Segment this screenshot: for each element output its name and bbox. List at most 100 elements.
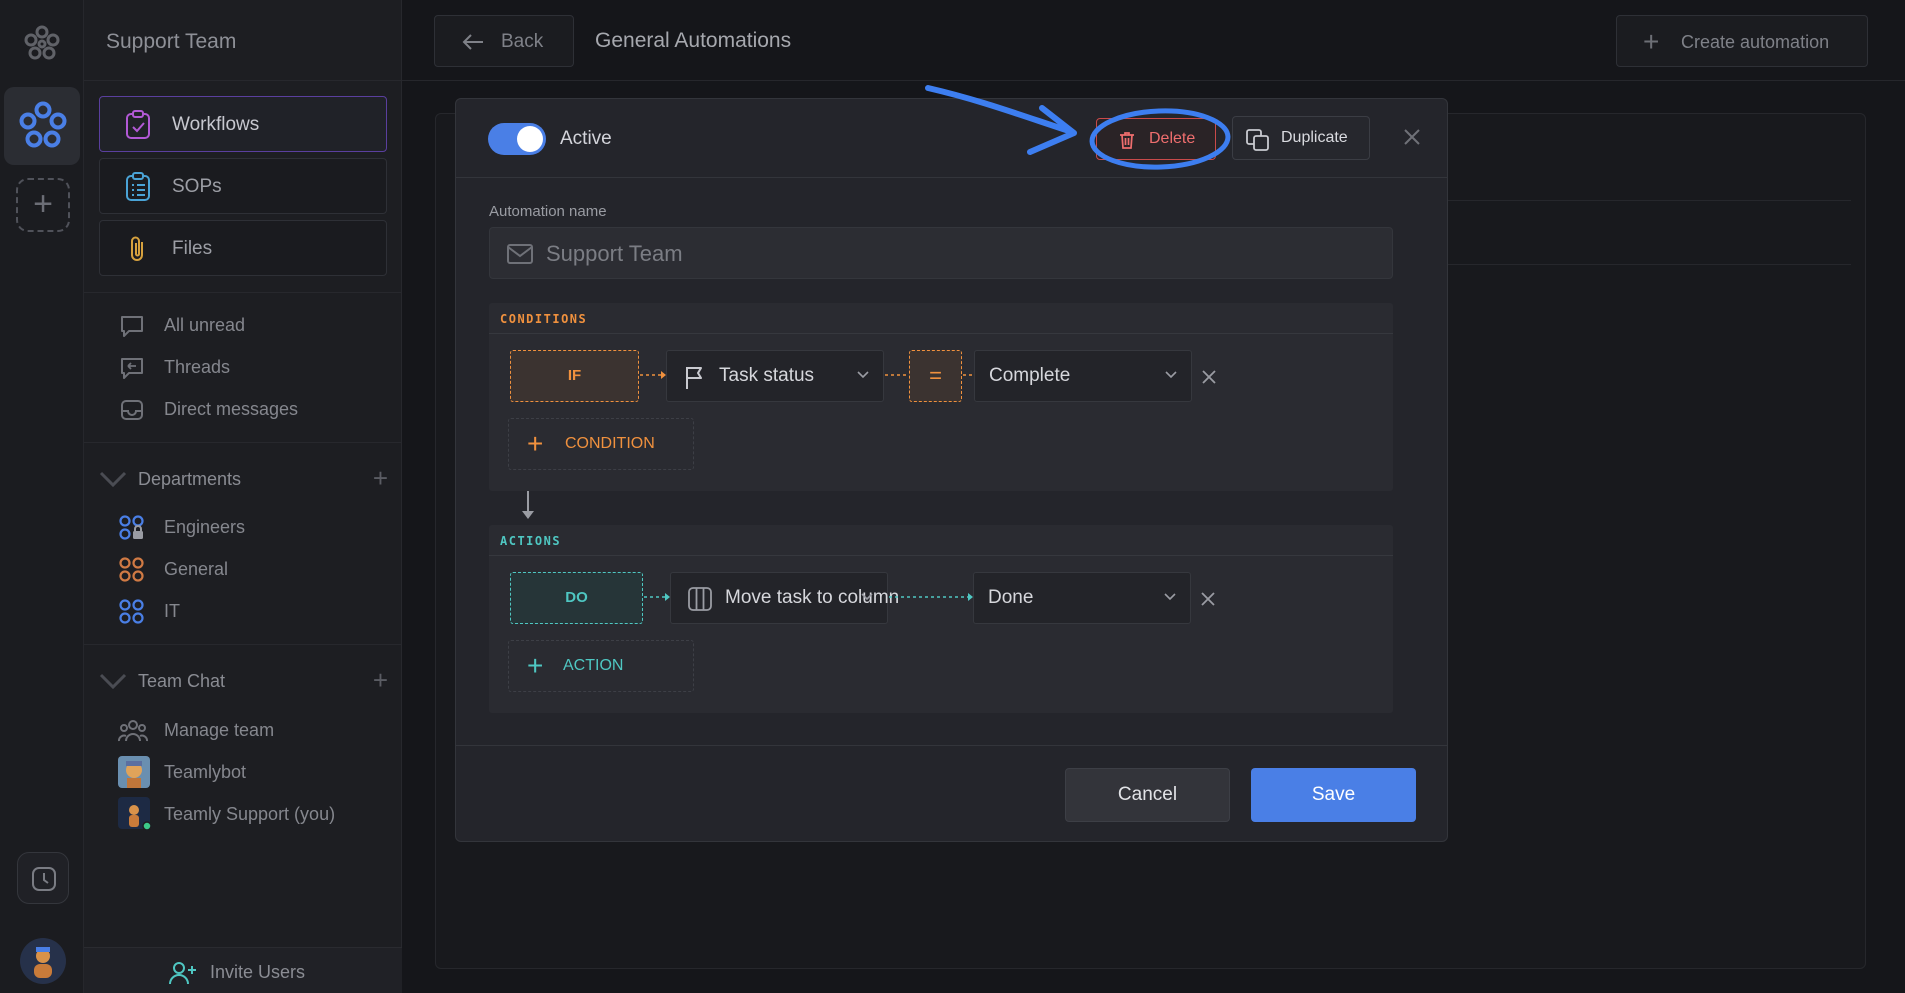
duplicate-button[interactable]: Duplicate (1232, 116, 1370, 160)
chevron-down-icon (99, 673, 127, 690)
condition-value-select[interactable]: Complete (974, 350, 1192, 402)
close-icon[interactable] (1402, 127, 1422, 147)
divider (84, 292, 402, 293)
divider (1446, 264, 1851, 265)
divider (84, 442, 402, 443)
workspace-title: Support Team (106, 30, 237, 53)
automation-name-input[interactable]: Support Team (489, 227, 1393, 279)
add-workspace-button[interactable]: + (16, 178, 70, 232)
current-user-avatar[interactable] (20, 938, 66, 984)
action-value-select[interactable]: Done (973, 572, 1191, 624)
main-header: Back General Automations + Create automa… (402, 0, 1905, 81)
department-label: IT (164, 601, 180, 621)
flag-icon (686, 367, 702, 389)
action-type-value: Move task to column (725, 587, 900, 608)
action-value: Done (988, 587, 1034, 608)
sidebar-card-sops[interactable]: SOPs (99, 158, 387, 214)
trash-icon (1120, 132, 1134, 149)
connector-arrow-icon (889, 593, 973, 601)
workspace-rail: + (0, 0, 84, 993)
team-chat-label: Teamly Support (you) (164, 804, 336, 824)
divider (84, 644, 402, 645)
actions-title: ACTIONS (500, 534, 562, 548)
modal-footer-divider (456, 745, 1447, 746)
delete-label: Delete (1149, 130, 1196, 147)
add-condition-button[interactable]: + CONDITION (508, 418, 694, 470)
workspace-switcher-active[interactable] (4, 87, 80, 165)
add-action-button[interactable]: + ACTION (508, 640, 694, 692)
department-label: Engineers (164, 517, 246, 537)
page-title: General Automations (595, 29, 792, 52)
active-toggle[interactable] (488, 123, 546, 155)
nav-label: Direct messages (164, 399, 299, 419)
automation-modal: Active Delete Duplicate Automation name … (455, 98, 1448, 842)
columns-icon (688, 587, 712, 611)
chevron-down-icon (99, 471, 127, 488)
action-type-select[interactable]: Move task to column (670, 572, 899, 624)
add-action-label: ACTION (563, 657, 624, 674)
save-label: Save (1311, 784, 1356, 805)
save-button[interactable]: Save (1251, 768, 1416, 822)
mail-icon (507, 244, 533, 264)
inbox-icon (121, 400, 143, 420)
create-automation-button[interactable]: + Create automation (1616, 15, 1868, 67)
invite-users-label: Invite Users (210, 962, 306, 982)
add-department-icon[interactable]: + (373, 463, 388, 494)
do-tag: DO (510, 572, 643, 624)
condition-field-value: Task status (719, 365, 815, 386)
copy-icon (1246, 129, 1269, 151)
bot-avatar (118, 756, 150, 788)
delete-button[interactable]: Delete (1096, 118, 1216, 160)
chevron-down-icon (857, 371, 869, 379)
connector-line (885, 374, 909, 376)
list-doc-icon (126, 172, 150, 201)
operator-value: = (929, 363, 942, 388)
section-title: Departments (138, 469, 242, 489)
nav-label: Threads (164, 357, 231, 377)
remove-condition-icon[interactable] (1202, 370, 1216, 384)
sidebar-card-files[interactable]: Files (99, 220, 387, 276)
divider (84, 80, 402, 81)
sidebar-card-workflows[interactable]: Workflows (99, 96, 387, 152)
plus-icon: + (527, 650, 544, 681)
modal-header: Active Delete Duplicate (456, 99, 1447, 178)
team-chat-label: Teamlybot (164, 762, 247, 782)
connector-arrow-icon (644, 593, 670, 601)
actions-header: ACTIONS (489, 525, 1393, 556)
user-avatar (118, 797, 152, 831)
condition-value: Complete (989, 365, 1071, 386)
add-user-icon (169, 962, 196, 985)
add-chat-icon[interactable]: + (373, 665, 388, 696)
workspace-logo-icon (19, 101, 67, 148)
duplicate-label: Duplicate (1281, 129, 1348, 146)
actions-block: ACTIONS DO Move task to column Done + AC… (489, 525, 1393, 713)
thread-icon (121, 358, 143, 379)
invite-users-button[interactable]: Invite Users (84, 947, 402, 993)
cancel-button[interactable]: Cancel (1065, 768, 1230, 822)
remove-action-icon[interactable] (1201, 592, 1215, 606)
plus-icon: + (1643, 26, 1660, 57)
arrow-left-icon (462, 34, 483, 50)
condition-field-select[interactable]: Task status (666, 350, 884, 402)
team-chat-label: Manage team (164, 720, 275, 740)
app-logo-icon (24, 25, 60, 60)
history-button[interactable] (17, 852, 69, 904)
conditions-title: CONDITIONS (500, 312, 588, 326)
chevron-down-icon (1164, 593, 1176, 601)
conditions-header: CONDITIONS (489, 303, 1393, 334)
clipboard-check-icon (126, 110, 150, 139)
engineers-icon (119, 515, 144, 540)
user-avatar-icon (20, 938, 66, 984)
team-icon (118, 720, 148, 742)
chevron-down-icon (861, 593, 873, 601)
if-tag: IF (510, 350, 639, 402)
connector-arrow-icon (640, 371, 666, 379)
automation-name-value: Support Team (546, 241, 683, 266)
create-automation-label: Create automation (1681, 32, 1830, 52)
plus-icon: + (527, 428, 544, 459)
cancel-label: Cancel (1117, 784, 1178, 805)
paperclip-icon (131, 236, 143, 261)
back-button[interactable]: Back (434, 15, 574, 67)
sidebar-card-label: SOPs (172, 176, 222, 197)
operator-select[interactable]: = (909, 350, 962, 402)
